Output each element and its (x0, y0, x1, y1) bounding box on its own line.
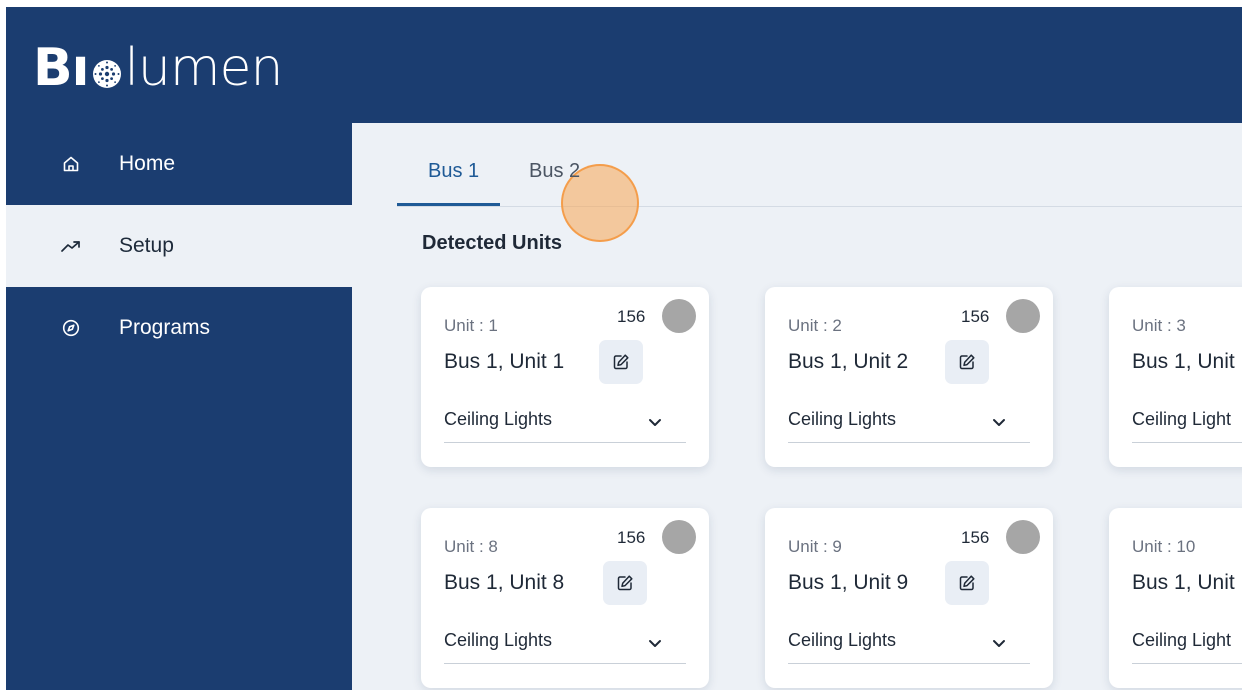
unit-number: Unit : 8 (444, 537, 498, 556)
category-value: Ceiling Lights (788, 409, 897, 429)
category-select[interactable]: Ceiling Lights (444, 625, 686, 664)
unit-count: 156 (961, 307, 990, 326)
edit-icon (959, 575, 975, 591)
category-select[interactable]: Ceiling Lights (788, 404, 1030, 443)
logo-mark-icon (92, 59, 122, 89)
compass-icon (59, 316, 83, 340)
edit-button[interactable] (945, 340, 989, 384)
tab-bus-1[interactable]: Bus 1 (428, 160, 479, 183)
category-value: Ceiling Light (1132, 409, 1232, 429)
status-indicator (1006, 299, 1040, 333)
status-indicator (1006, 520, 1040, 554)
unit-card: Unit : 8 156 Bus 1, Unit 8 Ceiling Light… (421, 508, 709, 688)
unit-number: Unit : 10 (1132, 537, 1196, 556)
category-select[interactable]: Ceiling Lights (788, 625, 1030, 664)
unit-card: Unit : 1 156 Bus 1, Unit 1 Ceiling Light… (421, 287, 709, 467)
unit-number: Unit : 9 (788, 537, 842, 556)
section-title: Detected Units (422, 232, 563, 254)
category-select[interactable]: Ceiling Light (1132, 625, 1242, 664)
sidebar-item-home[interactable]: Home (6, 123, 352, 205)
chevron-down-icon (646, 415, 664, 429)
sidebar-item-label: Home (119, 152, 176, 175)
app-logo: B ı lumen (33, 33, 283, 103)
app-window: B ı lumen Home Setup Programs Bus 1 Bus … (6, 7, 1242, 690)
unit-number: Unit : 2 (788, 316, 842, 335)
chevron-down-icon (990, 636, 1008, 650)
unit-count: 156 (617, 307, 646, 326)
unit-number: Unit : 1 (444, 316, 498, 335)
chevron-down-icon (990, 415, 1008, 429)
edit-button[interactable] (603, 561, 647, 605)
unit-count: 156 (617, 528, 646, 547)
category-value: Ceiling Lights (444, 630, 553, 650)
unit-name: Bus 1, Unit 9 (788, 571, 909, 594)
trending-up-icon (59, 234, 83, 258)
unit-card: Unit : 10 Bus 1, Unit Ceiling Light (1109, 508, 1242, 688)
category-value: Ceiling Light (1132, 630, 1232, 650)
logo-letter-i: ı (71, 38, 90, 98)
status-indicator (662, 299, 696, 333)
bus-tabs: Bus 1 Bus 2 (397, 152, 1242, 242)
sidebar-item-programs[interactable]: Programs (6, 287, 352, 369)
edit-icon (613, 354, 629, 370)
edit-icon (959, 354, 975, 370)
sidebar-item-setup[interactable]: Setup (6, 205, 352, 287)
category-select[interactable]: Ceiling Lights (444, 404, 686, 443)
edit-icon (617, 575, 633, 591)
sidebar-item-label: Programs (119, 316, 211, 339)
chevron-down-icon (646, 636, 664, 650)
unit-name: Bus 1, Unit (1132, 350, 1235, 373)
unit-card: Unit : 2 156 Bus 1, Unit 2 Ceiling Light… (765, 287, 1053, 467)
active-tab-indicator (397, 203, 500, 206)
category-select[interactable]: Ceiling Light (1132, 404, 1242, 443)
unit-card: Unit : 3 Bus 1, Unit Ceiling Light (1109, 287, 1242, 467)
unit-name: Bus 1, Unit (1132, 571, 1235, 594)
sidebar-item-label: Setup (119, 234, 174, 257)
sidebar: Home Setup Programs (6, 123, 352, 690)
category-value: Ceiling Lights (444, 409, 553, 429)
status-indicator (662, 520, 696, 554)
unit-count: 156 (961, 528, 990, 547)
main-content: Bus 1 Bus 2 Detected Units Unit : 1 156 … (352, 123, 1242, 690)
home-icon (59, 152, 83, 176)
edit-button[interactable] (945, 561, 989, 605)
top-header: B ı lumen (6, 7, 1242, 123)
unit-name: Bus 1, Unit 1 (444, 350, 565, 373)
logo-text: lumen (124, 38, 283, 98)
unit-name: Bus 1, Unit 2 (788, 350, 909, 373)
unit-card: Unit : 9 156 Bus 1, Unit 9 Ceiling Light… (765, 508, 1053, 688)
category-value: Ceiling Lights (788, 630, 897, 650)
logo-letter-b: B (33, 38, 73, 98)
tab-bus-2[interactable]: Bus 2 (529, 160, 580, 183)
unit-name: Bus 1, Unit 8 (444, 571, 565, 594)
edit-button[interactable] (599, 340, 643, 384)
unit-number: Unit : 3 (1132, 316, 1186, 335)
